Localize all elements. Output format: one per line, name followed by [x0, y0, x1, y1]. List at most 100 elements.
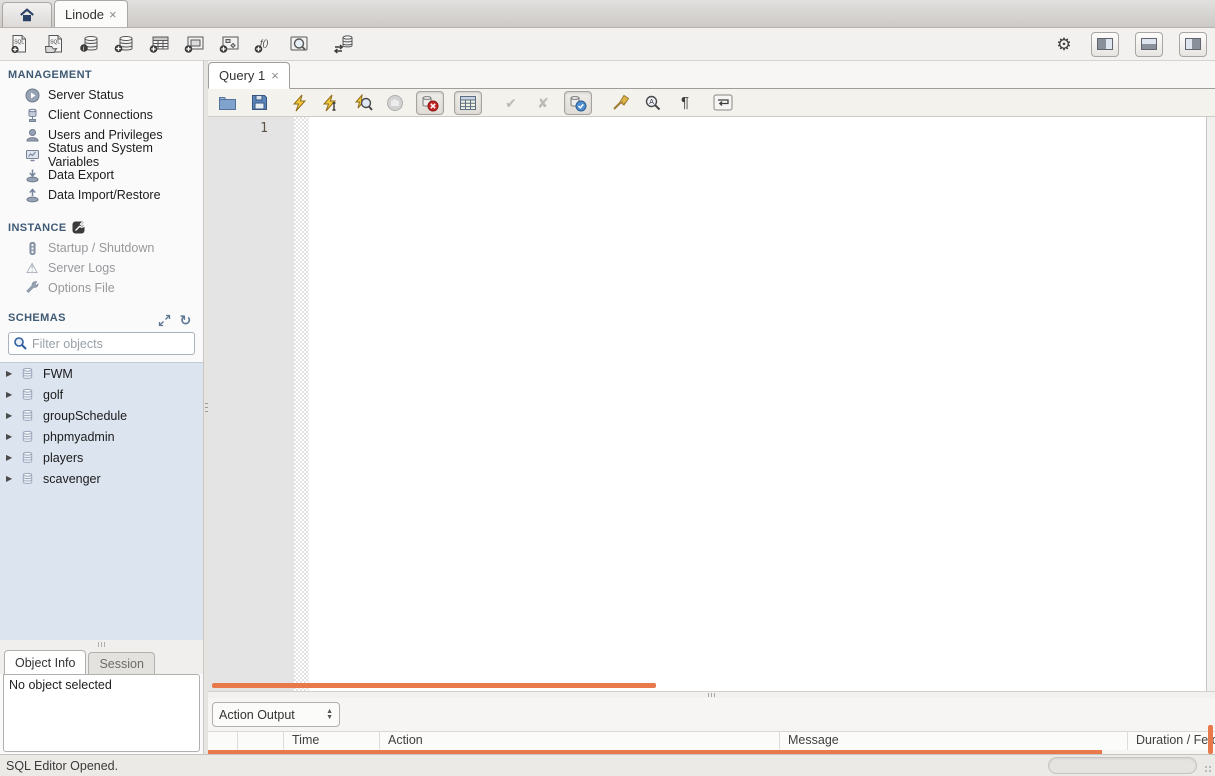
search-table-data-icon[interactable]: [288, 33, 310, 55]
open-file-icon[interactable]: [216, 93, 238, 113]
commit-icon[interactable]: ✔: [500, 93, 522, 113]
info-panel-splitter[interactable]: [0, 640, 203, 648]
expand-schemas-icon[interactable]: [157, 313, 172, 328]
toggle-left-panel-button[interactable]: [1091, 31, 1119, 57]
save-icon[interactable]: [248, 93, 270, 113]
toggle-autocommit-button[interactable]: [564, 90, 592, 115]
editor-horizontal-scrollbar[interactable]: [212, 683, 656, 688]
rollback-icon[interactable]: ✘: [532, 93, 554, 113]
startup-shutdown-icon: [24, 240, 40, 256]
schemas-section-title: SCHEMAS: [0, 312, 151, 328]
beautify-sql-icon[interactable]: [610, 93, 632, 113]
output-splitter[interactable]: [208, 691, 1215, 698]
home-tab[interactable]: [2, 2, 52, 27]
open-sql-script-icon[interactable]: SQL: [43, 33, 65, 55]
expander-icon[interactable]: ▶: [6, 369, 16, 378]
sidebar-item-system-variables[interactable]: Status and System Variables: [0, 141, 203, 169]
column-duration-fetch[interactable]: Duration / Fetch: [1128, 732, 1215, 750]
expander-icon[interactable]: ▶: [6, 474, 16, 483]
management-title-label: MANAGEMENT: [8, 69, 93, 81]
create-table-icon[interactable]: [148, 33, 170, 55]
sidebar-item-label: Server Status: [48, 88, 124, 102]
sql-code-editor[interactable]: 1: [208, 117, 1215, 691]
query-tabbar: Query 1 ×: [208, 61, 1215, 89]
sidebar-item-label: Startup / Shutdown: [48, 241, 155, 255]
column-action[interactable]: Action: [380, 732, 780, 750]
sidebar-item-startup-shutdown[interactable]: Startup / Shutdown: [0, 238, 203, 258]
toggle-stop-on-error-button[interactable]: [416, 90, 444, 115]
toggle-bottom-panel-button[interactable]: [1135, 31, 1163, 57]
schema-item-scavenger[interactable]: ▶ scavenger: [0, 468, 203, 489]
close-tab-icon[interactable]: ×: [109, 7, 117, 22]
system-variables-icon: [24, 147, 40, 163]
schema-filter-input[interactable]: [32, 336, 193, 351]
column-status[interactable]: [208, 732, 238, 750]
schema-icon: [20, 429, 36, 445]
expander-icon[interactable]: ▶: [6, 390, 16, 399]
execute-current-statement-icon[interactable]: [320, 93, 342, 113]
create-schema-icon[interactable]: [113, 33, 135, 55]
line-number: 1: [260, 121, 268, 136]
stop-query-icon[interactable]: [384, 93, 406, 113]
options-file-icon: [24, 280, 40, 296]
schema-item-groupschedule[interactable]: ▶ groupSchedule: [0, 405, 203, 426]
code-text-area[interactable]: [309, 117, 1206, 691]
query-tab[interactable]: Query 1 ×: [208, 62, 290, 89]
schema-label: groupSchedule: [43, 408, 128, 423]
output-panel: Action Output ▲ ▼ Time Action Message Dur…: [208, 698, 1215, 754]
connection-tabbar: Linode ×: [0, 0, 1215, 28]
output-vertical-scrollbar[interactable]: [1208, 725, 1213, 754]
reconnect-dbms-icon[interactable]: [333, 33, 355, 55]
schema-filter[interactable]: [8, 332, 195, 355]
tab-object-info[interactable]: Object Info: [4, 650, 87, 674]
sidebar-item-client-connections[interactable]: Client Connections: [0, 105, 203, 125]
toggle-limit-rows-button[interactable]: [454, 90, 482, 115]
users-icon: [24, 127, 40, 143]
expander-icon[interactable]: ▶: [6, 432, 16, 441]
schema-item-fwm[interactable]: ▶ FWM: [0, 363, 203, 384]
inspect-database-icon[interactable]: i: [78, 33, 100, 55]
toggle-invisibles-icon[interactable]: ¶: [674, 93, 696, 113]
new-sql-tab-icon[interactable]: SQL: [8, 33, 30, 55]
svg-text:SQL: SQL: [50, 40, 60, 46]
toggle-word-wrap-icon[interactable]: [712, 93, 734, 113]
resize-grip-icon[interactable]: [1204, 765, 1213, 774]
home-icon: [19, 7, 35, 23]
editor-vertical-scrollbar[interactable]: [1206, 117, 1215, 691]
create-view-icon[interactable]: [183, 33, 205, 55]
execute-icon[interactable]: [288, 93, 310, 113]
schemas-title-label: SCHEMAS: [8, 312, 66, 324]
sidebar-item-data-export[interactable]: Data Export: [0, 165, 203, 185]
schema-item-players[interactable]: ▶ players: [0, 447, 203, 468]
schemas-section-header: SCHEMAS ↻: [0, 312, 203, 328]
schema-item-phpmyadmin[interactable]: ▶ phpmyadmin: [0, 426, 203, 447]
schema-item-golf[interactable]: ▶ golf: [0, 384, 203, 405]
column-index[interactable]: [238, 732, 284, 750]
sidebar-item-server-status[interactable]: Server Status: [0, 85, 203, 105]
sidebar-item-label: Options File: [48, 281, 115, 295]
explain-plan-icon[interactable]: [352, 93, 374, 113]
sidebar-item-options-file[interactable]: Options File: [0, 278, 203, 298]
column-time[interactable]: Time: [284, 732, 380, 750]
schema-label: players: [43, 450, 84, 465]
create-procedure-icon[interactable]: [218, 33, 240, 55]
sidebar-item-server-logs[interactable]: ⚠ Server Logs: [0, 258, 203, 278]
column-message[interactable]: Message: [780, 732, 1128, 750]
object-info-panel: No object selected: [3, 674, 200, 752]
management-section-title: MANAGEMENT: [0, 61, 203, 85]
schema-label: golf: [43, 387, 64, 402]
create-function-icon[interactable]: f(): [253, 33, 275, 55]
instance-section-title: INSTANCE: [0, 205, 203, 238]
svg-text:SQL: SQL: [14, 40, 24, 46]
tab-session[interactable]: Session: [88, 652, 155, 674]
connection-tab-linode[interactable]: Linode ×: [54, 0, 128, 27]
refresh-schemas-icon[interactable]: ↻: [178, 313, 193, 328]
toggle-right-panel-button[interactable]: [1179, 31, 1207, 57]
find-icon[interactable]: A: [642, 93, 664, 113]
expander-icon[interactable]: ▶: [6, 453, 16, 462]
sidebar-item-data-import[interactable]: Data Import/Restore: [0, 185, 203, 205]
preferences-icon[interactable]: ⚙: [1053, 33, 1075, 55]
close-query-tab-icon[interactable]: ×: [271, 68, 279, 83]
expander-icon[interactable]: ▶: [6, 411, 16, 420]
output-type-select[interactable]: Action Output ▲ ▼: [212, 702, 340, 727]
